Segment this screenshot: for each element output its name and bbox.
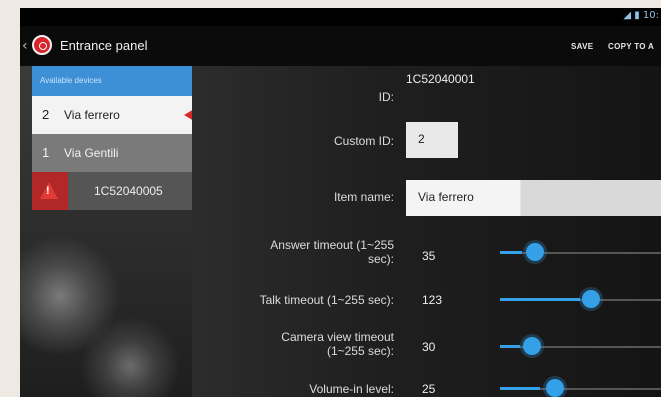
camera-timeout-fill	[500, 345, 520, 348]
device-name: Via Gentili	[64, 146, 119, 160]
device-item-unconfigured[interactable]: ! 1C52040005	[32, 172, 192, 210]
item-name-label: Item name:	[333, 190, 394, 204]
id-label: ID:	[378, 90, 394, 104]
custom-id-label: Custom ID:	[333, 134, 394, 148]
answer-timeout-value: 35	[422, 249, 436, 263]
action-bar: ‹ Entrance panel SAVE COPY TO A	[20, 26, 661, 66]
status-icons: ◢ ▮ 10:	[623, 10, 659, 21]
app-title: Entrance panel	[60, 38, 148, 53]
talk-timeout-label: Talk timeout (1~255 sec):	[259, 293, 394, 307]
app-logo-icon[interactable]	[32, 35, 52, 55]
device-details: ID: 1C52040001 Custom ID: 2 Item name: V…	[192, 66, 661, 397]
volume-in-fill	[500, 387, 540, 390]
volume-in-slider-thumb[interactable]	[546, 379, 564, 397]
battery-icon: ▮	[634, 10, 640, 21]
warning-mark: !	[46, 185, 50, 197]
camera-timeout-label: Camera view timeout (1~255 sec):	[281, 330, 394, 358]
answer-timeout-track	[500, 252, 661, 254]
talk-timeout-slider-thumb[interactable]	[582, 290, 600, 308]
item-name-field[interactable]: Via ferrero	[406, 180, 661, 216]
device-name: 1C52040005	[94, 184, 163, 198]
device-number: 1	[42, 145, 50, 160]
device-number: 2	[42, 107, 50, 122]
device-item-via-ferrero[interactable]: 2 Via ferrero	[32, 96, 204, 134]
back-chevron-icon[interactable]: ‹	[22, 38, 28, 54]
answer-timeout-label: Answer timeout (1~255 sec):	[270, 238, 394, 266]
talk-timeout-value: 123	[422, 293, 443, 307]
volume-in-value: 25	[422, 382, 436, 396]
signal-icon: ◢	[623, 10, 632, 21]
copy-to-button[interactable]: COPY TO A	[608, 42, 654, 51]
device-item-via-gentili[interactable]: 1 Via Gentili	[32, 134, 192, 172]
device-panel: Available devices 2 Via ferrero 1 Via Ge…	[20, 66, 204, 397]
volume-in-label: Volume-in level:	[309, 382, 394, 396]
status-time: 10:	[642, 10, 659, 21]
id-value: 1C52040001	[406, 72, 475, 86]
camera-timeout-value: 30	[422, 340, 436, 354]
custom-id-field[interactable]: 2	[406, 122, 458, 158]
devices-header: Available devices	[32, 66, 192, 96]
answer-timeout-slider-thumb[interactable]	[526, 243, 544, 261]
camera-timeout-slider-thumb[interactable]	[523, 337, 541, 355]
talk-timeout-fill	[500, 298, 580, 301]
tablet-screen: ◢ ▮ 10: ‹ Entrance panel SAVE COPY TO A …	[20, 8, 661, 397]
device-name: Via ferrero	[64, 108, 120, 122]
status-bar: ◢ ▮ 10:	[20, 8, 661, 26]
answer-timeout-fill	[500, 251, 522, 254]
save-button[interactable]: SAVE	[571, 42, 593, 51]
